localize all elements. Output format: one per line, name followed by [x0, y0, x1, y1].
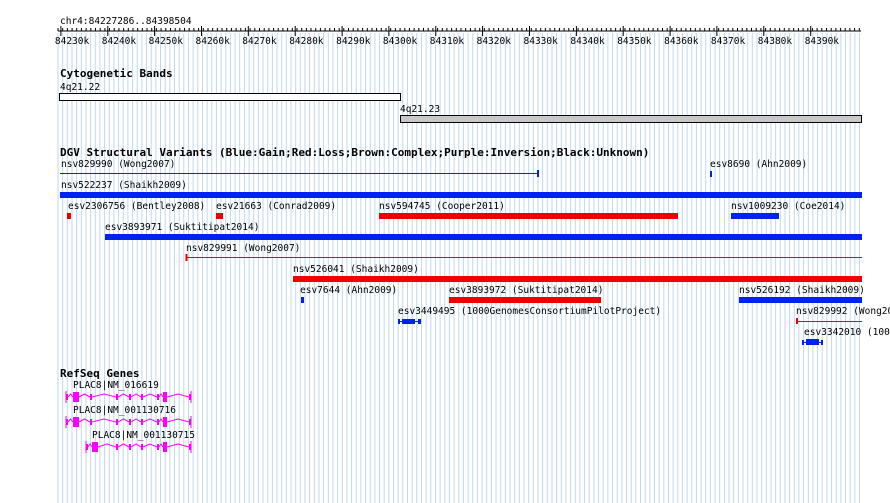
- intron: [142, 418, 158, 423]
- exon: [157, 444, 159, 450]
- ruler-tick-label: 84280k: [289, 36, 324, 47]
- ruler-tick-label: 84360k: [664, 36, 699, 47]
- band-4q21.23[interactable]: [400, 115, 862, 123]
- exon: [163, 392, 167, 402]
- ruler-tick-label: 84330k: [524, 36, 559, 47]
- exon: [73, 392, 79, 402]
- variant-label: nsv526041 (Shaikh2009): [293, 264, 419, 275]
- intron: [97, 443, 117, 448]
- variant-bar[interactable]: [379, 213, 678, 219]
- genome-browser-panel: chr4:84227286..84398504 84230k 84240k 8425…: [0, 0, 890, 503]
- ruler-tick-labels: 84230k 84240k 84250k 84260k 84270k 84280k 8429…: [55, 36, 839, 47]
- variant-label: esv3893971 (Suktitipat2014): [105, 222, 259, 233]
- variant-label: nsv829992 (Wong20: [796, 306, 890, 317]
- variant-bar[interactable]: [398, 319, 421, 324]
- exon: [141, 444, 143, 450]
- exon: [163, 442, 167, 452]
- band-label-4q21.22: 4q21.22: [60, 82, 100, 93]
- exon: [73, 417, 79, 427]
- gene-model[interactable]: [85, 441, 192, 453]
- exon: [129, 444, 131, 450]
- band-4q21.22[interactable]: [59, 93, 401, 101]
- intron: [142, 443, 158, 448]
- genome-browser-canvas: chr4:84227286..84398504 84230k 84240k 8425…: [55, 16, 890, 503]
- ruler-tick-label: 84340k: [570, 36, 605, 47]
- exon: [66, 419, 68, 425]
- ruler-tick-label: 84300k: [383, 36, 418, 47]
- ruler-tick-label: 84270k: [242, 36, 277, 47]
- exon: [157, 419, 159, 425]
- variant-label: nsv594745 (Cooper2011): [379, 201, 505, 212]
- variant-bar[interactable]: [449, 297, 601, 303]
- exon: [189, 419, 191, 425]
- gene-label: PLAC8|NM_001130716: [73, 405, 176, 416]
- ruler-tick-label: 84290k: [336, 36, 371, 47]
- intron: [78, 418, 91, 423]
- variant-label: esv7644 (Ahn2009): [300, 285, 397, 296]
- intron: [87, 443, 93, 448]
- variant-label: esv2306756 (Bentley2008): [68, 201, 205, 212]
- intron: [142, 393, 158, 398]
- ruler-tick-label: 84390k: [805, 36, 840, 47]
- variant-bar[interactable]: [293, 276, 862, 282]
- gene-model[interactable]: [65, 416, 192, 428]
- variant-label: nsv1009230 (Coe2014): [731, 201, 845, 212]
- exon: [129, 394, 131, 400]
- variant-bar[interactable]: [216, 213, 223, 219]
- band-label-4q21.23: 4q21.23: [400, 104, 440, 115]
- ruler-tick-label: 84350k: [617, 36, 652, 47]
- ruler-tick-label: 84310k: [430, 36, 465, 47]
- ruler-tick-label: 84230k: [55, 36, 90, 47]
- exon: [189, 394, 191, 400]
- exon: [90, 394, 92, 400]
- variant-bar[interactable]: [710, 171, 712, 177]
- intron: [78, 393, 91, 398]
- refseq-track-title: RefSeq Genes: [60, 367, 139, 380]
- exon: [116, 394, 118, 400]
- variant-label: esv8690 (Ahn2009): [710, 159, 807, 170]
- ruler-tick-label: 84240k: [102, 36, 137, 47]
- ruler-tick-label: 84320k: [477, 36, 512, 47]
- variant-label: nsv829991 (Wong2007): [186, 243, 300, 254]
- gene-label: PLAC8|NM_001130715: [92, 430, 195, 441]
- ruler-tick-label: 84250k: [149, 36, 184, 47]
- gene-label: PLAC8|NM_016619: [73, 380, 159, 391]
- exon: [163, 417, 167, 427]
- exon: [189, 444, 191, 450]
- ruler-tick-label: 84380k: [758, 36, 793, 47]
- exon: [86, 444, 88, 450]
- variant-label: esv3449495 (1000GenomesConsortiumPilotPr…: [398, 306, 661, 317]
- position-label: chr4:84227286..84398504: [60, 16, 192, 27]
- exon: [141, 394, 143, 400]
- variant-bar[interactable]: [301, 297, 304, 303]
- variant-label: nsv829990 (Wong2007): [61, 159, 175, 170]
- variant-label: esv3893972 (Suktitipat2014): [449, 285, 603, 296]
- exon: [157, 394, 159, 400]
- variant-label: esv21663 (Conrad2009): [216, 201, 336, 212]
- ruler-tick-label: 84260k: [196, 36, 231, 47]
- variant-label: nsv522237 (Shaikh2009): [61, 180, 187, 191]
- dgv-track-title: DGV Structural Variants (Blue:Gain;Red:L…: [60, 146, 649, 159]
- variant-bar[interactable]: [731, 213, 779, 219]
- exon: [141, 419, 143, 425]
- exon: [90, 419, 92, 425]
- variant-bar[interactable]: [60, 192, 862, 198]
- variant-label: esv3342010 (100: [804, 327, 890, 338]
- exon: [116, 444, 118, 450]
- variant-bar[interactable]: [802, 339, 823, 345]
- variant-bar[interactable]: [739, 297, 862, 303]
- variant-label: nsv526192 (Shaikh2009): [739, 285, 865, 296]
- ruler-tick-label: 84370k: [711, 36, 746, 47]
- exon: [129, 419, 131, 425]
- variant-bar[interactable]: [796, 318, 862, 324]
- exon: [116, 419, 118, 425]
- gene-model[interactable]: [65, 391, 192, 403]
- exon: [66, 394, 68, 400]
- exon: [92, 442, 98, 452]
- variant-bar[interactable]: [67, 213, 71, 219]
- cytoband-track-title: Cytogenetic Bands: [60, 67, 173, 80]
- variant-bar[interactable]: [105, 234, 862, 240]
